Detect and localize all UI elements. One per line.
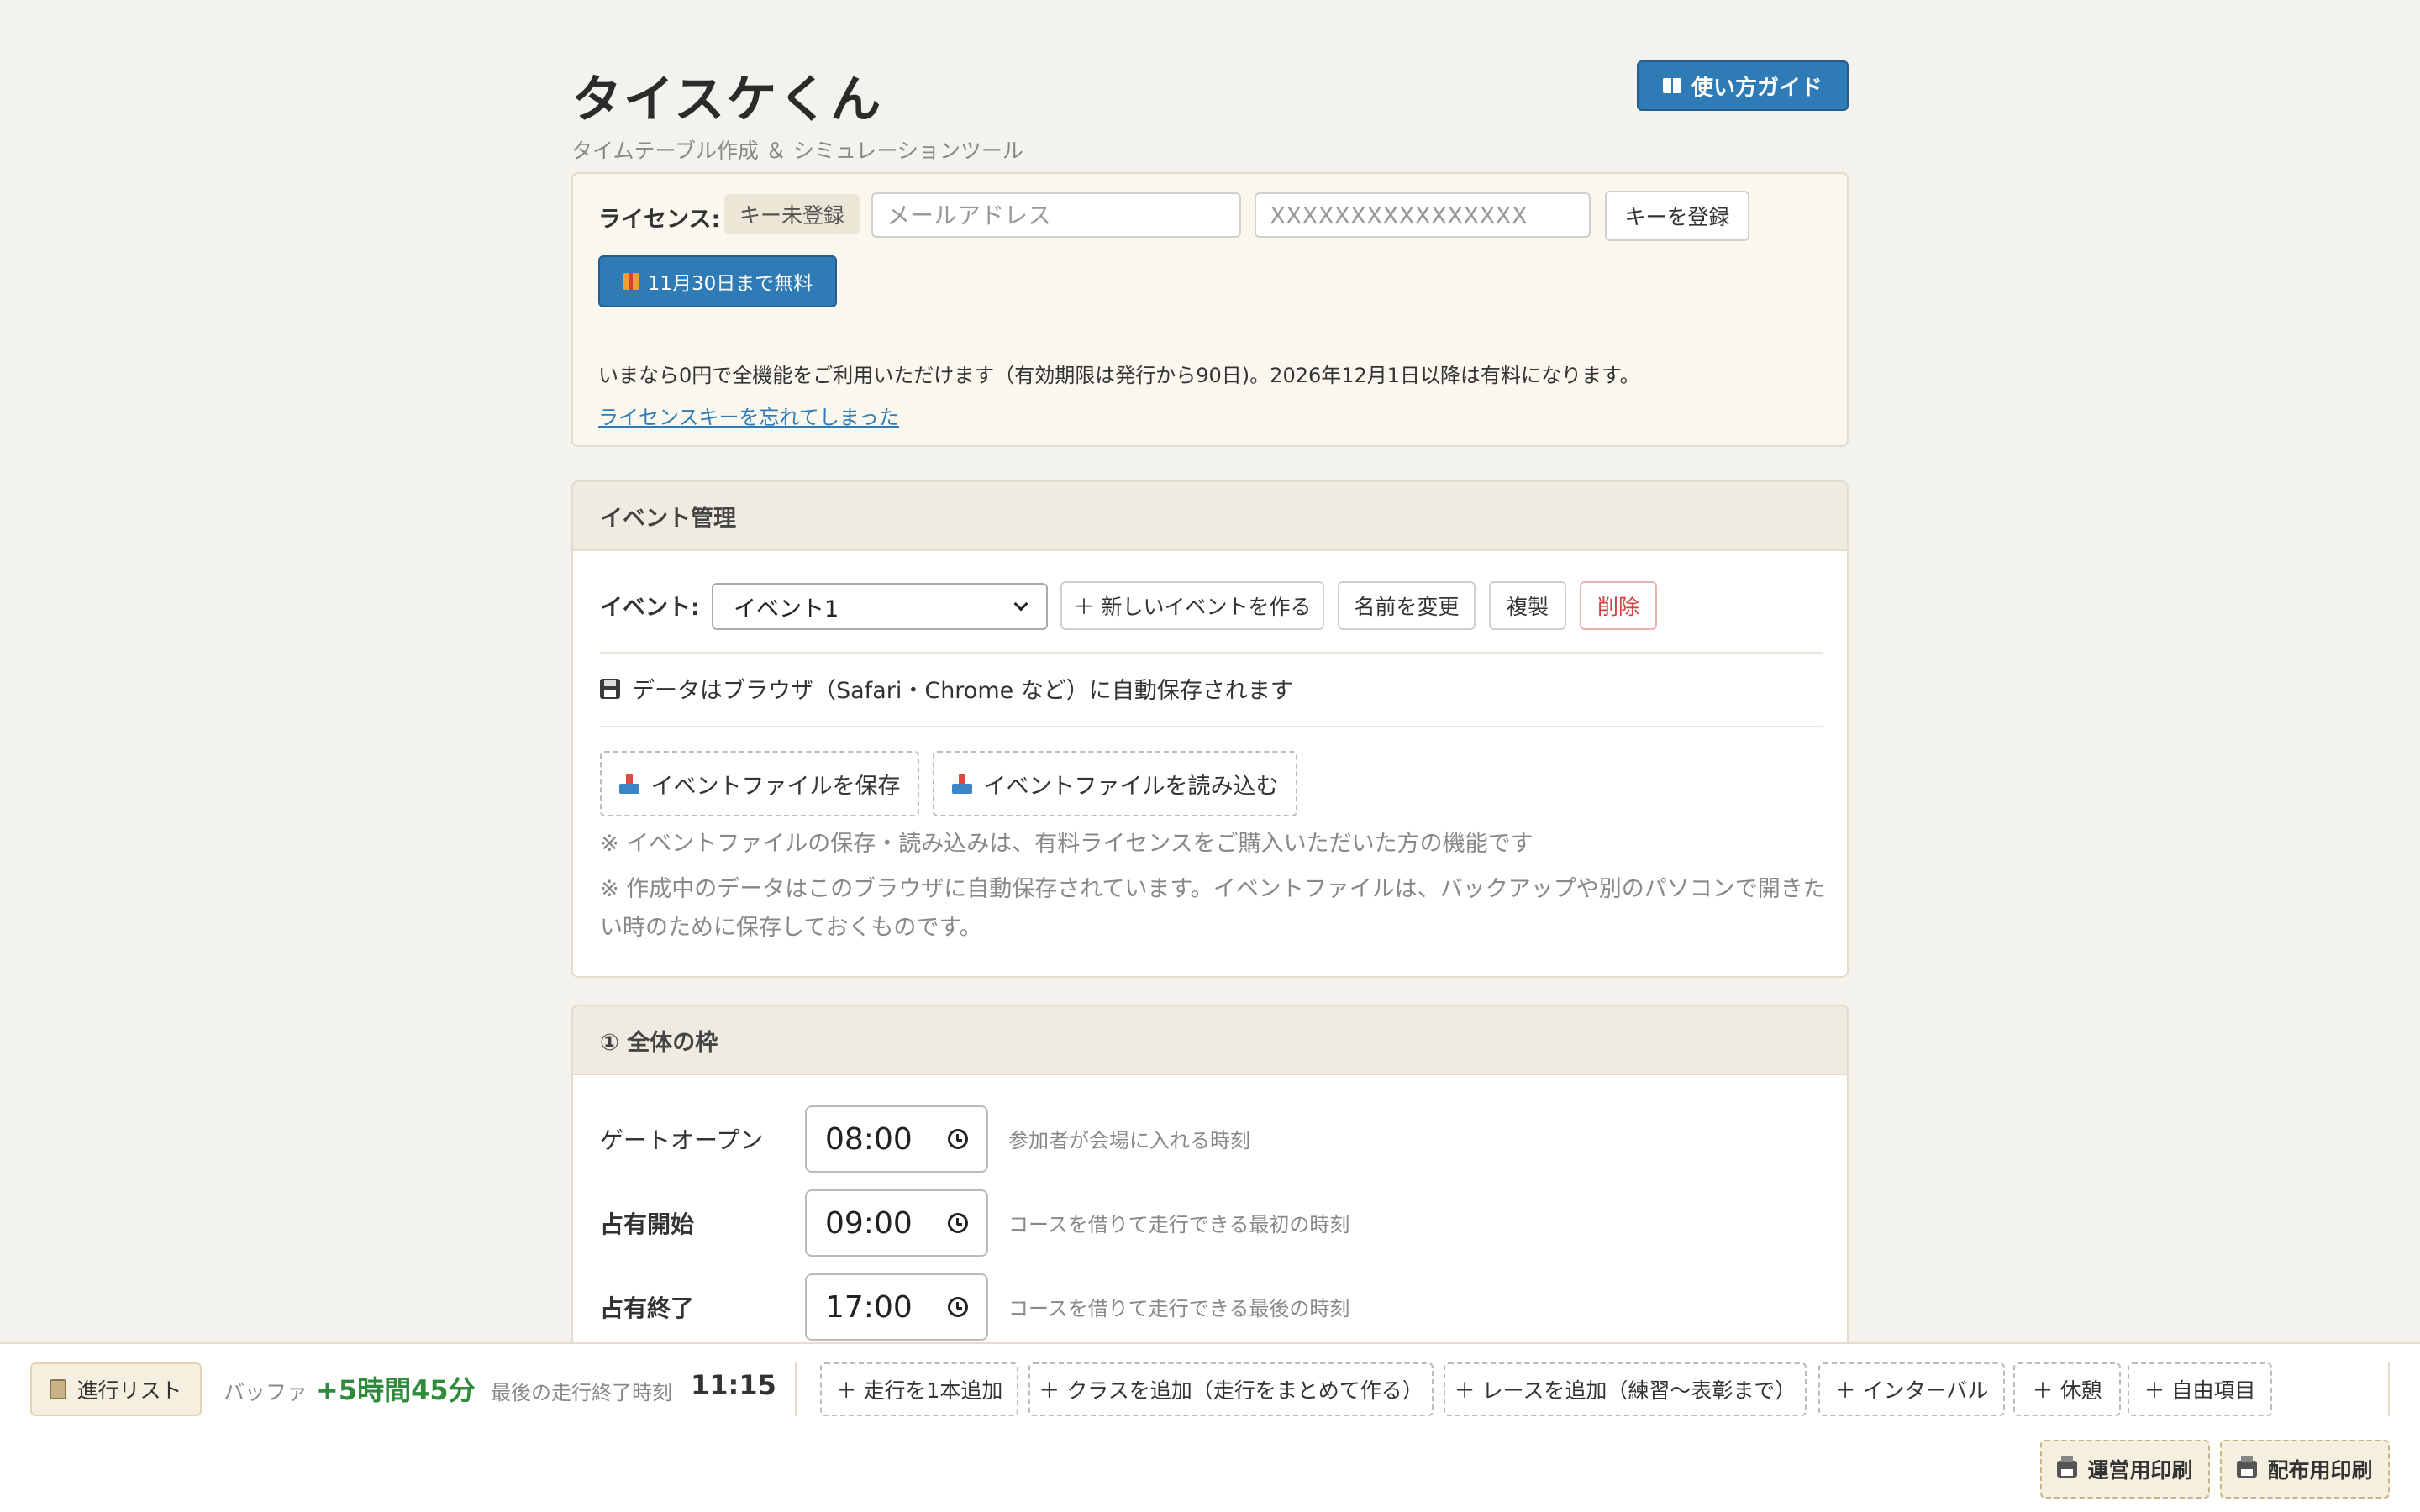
occupancy-start-time-input[interactable]: 09:00 (805, 1189, 988, 1257)
add-free-item-button[interactable]: ＋ 自由項目 (2128, 1362, 2272, 1416)
event-select[interactable]: イベント1 (712, 583, 1048, 630)
rename-event-button[interactable]: 名前を変更 (1338, 581, 1476, 630)
guide-button-label: 使い方ガイド (1691, 75, 1823, 101)
buffer-value: +5時間45分 (316, 1374, 476, 1406)
free-until-button[interactable]: 11月30日まで無料 (598, 255, 837, 307)
occupancy-start-time-value: 09:00 (825, 1205, 913, 1241)
print-operations-button[interactable]: 運営用印刷 (2040, 1440, 2210, 1499)
clipboard-icon (50, 1379, 67, 1399)
divider (600, 726, 1823, 727)
occupancy-start-desc: コースを借りて走行できる最初の時刻 (1008, 1213, 1350, 1236)
app-subtitle: タイムテーブル作成 ＆ シミュレーションツール (571, 139, 1023, 163)
gate-open-label: ゲートオープン (600, 1126, 764, 1154)
printer-icon (2237, 1456, 2258, 1478)
gate-open-desc: 参加者が会場に入れる時刻 (1008, 1129, 1250, 1152)
load-event-file-button[interactable]: イベントファイルを読み込む (933, 751, 1297, 816)
occupancy-end-desc: コースを借りて走行できる最後の時刻 (1008, 1297, 1350, 1320)
printer-icon (2057, 1456, 2078, 1478)
divider (600, 652, 1823, 654)
email-field[interactable] (871, 192, 1241, 238)
occupancy-end-time-input[interactable]: 17:00 (805, 1273, 988, 1341)
add-break-button[interactable]: ＋ 休憩 (2013, 1362, 2121, 1416)
print-dist-label: 配布用印刷 (2267, 1458, 2373, 1483)
clock-icon (948, 1129, 968, 1149)
license-note: いまなら0円で全機能をご利用いただけます（有効期限は発行から90日)。2026年… (598, 364, 1640, 387)
overall-frame-card: ① 全体の枠 ゲートオープン 08:00 参加者が会場に入れる時刻 占有開始 0… (571, 1005, 1849, 1357)
register-key-button[interactable]: キーを登録 (1605, 191, 1749, 241)
progress-list-button[interactable]: 進行リスト (30, 1362, 202, 1416)
license-label: ライセンス: (598, 207, 721, 233)
license-status-badge: キー未登録 (724, 194, 860, 234)
forgot-license-link[interactable]: ライセンスキーを忘れてしまった (598, 401, 899, 430)
clock-icon (948, 1297, 968, 1317)
load-file-label: イベントファイルを読み込む (983, 773, 1279, 800)
load-tray-icon (951, 774, 972, 794)
app-title: タイスケくん (571, 71, 883, 129)
autosave-text: データはブラウザ（Safari・Chrome など）に自動保存されます (632, 678, 1293, 704)
new-event-button[interactable]: ＋ 新しいイベントを作る (1060, 581, 1324, 630)
bottom-toolbar: 進行リスト バッファ +5時間45分 最後の走行終了時刻 11:15 ＋ 走行を… (0, 1342, 2420, 1512)
event-section-title: イベント管理 (573, 482, 1847, 551)
event-select-value: イベント1 (734, 596, 839, 622)
free-button-label: 11月30日まで無料 (647, 273, 813, 295)
duplicate-event-button[interactable]: 複製 (1489, 581, 1566, 630)
clock-icon (948, 1213, 968, 1233)
license-panel: ライセンス: キー未登録 キーを登録 11月30日まで無料 いまなら0円で全機能… (571, 172, 1849, 447)
guide-button[interactable]: 使い方ガイド (1637, 60, 1849, 111)
paid-feature-note: ※ イベントファイルの保存・読み込みは、有料ライセンスをご購入いただいた方の機能… (600, 831, 1534, 857)
save-tray-icon (618, 774, 639, 794)
event-management-card: イベント管理 イベント: イベント1 ＋ 新しいイベントを作る 名前を変更 複製… (571, 480, 1849, 978)
event-label: イベント: (600, 595, 700, 621)
gate-open-time-value: 08:00 (825, 1121, 913, 1157)
add-run-button[interactable]: ＋ 走行を1本追加 (820, 1362, 1018, 1416)
divider (2388, 1362, 2390, 1416)
divider (795, 1362, 797, 1416)
license-key-field[interactable] (1255, 192, 1591, 238)
chevron-down-icon (1013, 596, 1028, 612)
occupancy-end-time-value: 17:00 (825, 1289, 913, 1325)
save-event-file-button[interactable]: イベントファイルを保存 (600, 751, 919, 816)
gate-open-time-input[interactable]: 08:00 (805, 1105, 988, 1173)
occupancy-start-label: 占有開始 (600, 1210, 695, 1238)
print-ops-label: 運営用印刷 (2087, 1458, 2193, 1483)
gift-icon (622, 273, 639, 290)
book-icon (1662, 78, 1681, 93)
autosave-notice: データはブラウザ（Safari・Chrome など）に自動保存されます (600, 672, 1293, 705)
floppy-disk-icon (600, 678, 620, 699)
print-distribution-button[interactable]: 配布用印刷 (2220, 1440, 2390, 1499)
progress-list-label: 進行リスト (76, 1378, 182, 1403)
add-interval-button[interactable]: ＋ インターバル (1818, 1362, 2005, 1416)
frame-section-title: ① 全体の枠 (573, 1006, 1847, 1075)
add-race-button[interactable]: ＋ レースを追加（練習〜表彰まで） (1444, 1362, 1807, 1416)
add-class-button[interactable]: ＋ クラスを追加（走行をまとめて作る） (1028, 1362, 1434, 1416)
occupancy-end-label: 占有終了 (600, 1294, 695, 1322)
save-file-label: イベントファイルを保存 (650, 773, 901, 800)
delete-event-button[interactable]: 削除 (1580, 581, 1657, 630)
last-end-label: 最後の走行終了時刻 (491, 1381, 672, 1404)
autosave-explanation-note: ※ 作成中のデータはこのブラウザに自動保存されています。イベントファイルは、バッ… (600, 876, 1826, 941)
last-end-value: 11:15 (691, 1369, 776, 1401)
buffer-label: バッファ (224, 1380, 308, 1404)
